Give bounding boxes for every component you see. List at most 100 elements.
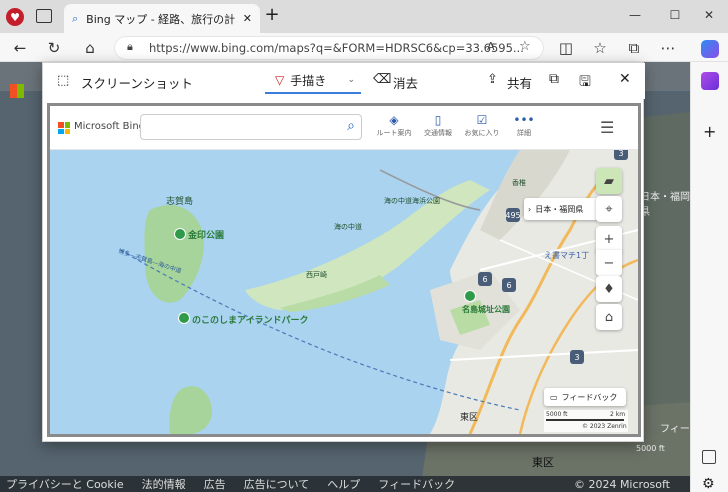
umi-nakamichi-label: 海の中道 [334,223,362,231]
new-tab-button[interactable]: + [262,6,282,26]
feedback-button[interactable]: ▭ フィードバック [544,388,626,406]
sidebar-toggle-icon[interactable] [702,450,716,464]
close-window-button[interactable]: ✕ [694,4,724,26]
copilot-icon[interactable] [701,40,719,58]
map-scale: 5000 ft 2 km © 2023 Zenrin [544,410,628,432]
castle-park-poi-icon[interactable] [464,290,476,302]
bing-search-input[interactable]: ⌕ [140,114,362,140]
kashii-label: 香椎 [512,179,526,187]
directions-icon: ◈ [389,113,399,127]
draw-button[interactable]: ▽ 手描き ⌄ [265,68,361,94]
map-style-button[interactable]: ▰ [596,168,622,194]
copy-icon[interactable]: ⧉ [549,71,559,87]
edge-sidebar: + ⚙ [690,40,728,492]
add-icon[interactable]: + [703,122,716,141]
screenshot-canvas[interactable]: Microsoft Bing ⌕ ◈ ルート案内 ▯ 交通情報 ☑ お気に入り •••… [47,103,641,437]
region-label: 日本・福岡県 [535,204,584,214]
feedback-label: フィードバック [561,392,618,402]
hamburger-menu-icon[interactable]: ☰ [600,118,614,137]
scale-bar [546,419,624,421]
minimize-button[interactable]: — [620,4,650,26]
save-icon[interactable]: 🖫︎ [579,71,591,95]
settings-icon[interactable]: ⚙ [702,476,715,492]
higashi-ku-label: 東区 [460,413,479,423]
close-dialog-icon[interactable]: ✕ [619,71,631,87]
bing-header: Microsoft Bing ⌕ ◈ ルート案内 ▯ 交通情報 ☑ お気に入り •••… [50,106,638,150]
search-icon[interactable]: ⌕ [347,118,355,134]
bookmark-icon: ☑ [476,113,488,127]
page-footer: プライバシーと Cookie 法的情報 広告 広告について ヘルプ フィードバッ… [0,476,690,492]
favorites-button[interactable]: ☑ お気に入り [460,114,504,146]
route-shield-icon: 6 [478,272,492,286]
close-tab-icon[interactable]: ✕ [243,12,252,25]
sidebar-app-icon[interactable] [701,72,719,90]
refresh-icon[interactable]: ↻ [42,36,66,60]
share-icon[interactable]: ⇪ [487,72,498,87]
traffic-button[interactable]: ▯ 交通情報 [416,114,460,146]
profile-icon[interactable]: ♥ [6,8,24,26]
bing-map[interactable]: 志賀島 金印公園 のこのしまアイランドパーク 西戸崎 海の中道 海の中道海浜公園… [50,150,638,434]
search-icon: ⌕ [72,11,79,25]
traffic-icon: ▯ [434,113,442,127]
navigation-bar: ← ↻ ⌂ 🔒︎ https://www.bing.com/maps?q=&FO… [0,33,728,62]
island-park-poi-icon[interactable] [178,312,190,324]
bing-logo-text: Microsoft Bing [74,121,146,132]
more-button[interactable]: ••• 詳細 [502,114,546,146]
zoom-in-button[interactable]: + [596,226,622,252]
more-icon[interactable]: ⋯ [656,36,680,60]
split-screen-icon[interactable]: ◫ [554,36,578,60]
route-shield-icon: 6 [502,278,516,292]
compass-icon[interactable]: ♦ [596,276,622,302]
favorites-icon[interactable]: ☆ [588,36,612,60]
region-selector[interactable]: › 日本・福岡県 [524,198,598,220]
shikanoshima-label: 志賀島 [166,197,194,207]
favorites-label: お気に入り [464,129,500,137]
scale-km-label: 2 km [610,411,626,418]
footer-link-legal[interactable]: 法的情報 [142,476,186,492]
tab-title: Bing マップ - 経路、旅行の計画、交 [86,12,235,26]
microsoft-logo-icon [58,122,70,134]
eraser-icon[interactable]: ⌫ [373,72,391,87]
bg-logo [10,84,24,98]
footer-link-help[interactable]: ヘルプ [327,476,360,492]
footer-link-about-ads[interactable]: 広告について [244,476,310,492]
erase-label[interactable]: 消去 [393,73,418,92]
park-poi-icon[interactable] [174,228,186,240]
footer-link-privacy[interactable]: プライバシーと Cookie [6,476,124,492]
kinin-park-label[interactable]: 金印公園 [188,228,224,241]
footer-link-feedback[interactable]: フィードバック [378,476,455,492]
share-label[interactable]: 共有 [507,73,532,92]
read-aloud-icon[interactable]: A [487,40,495,53]
collections-icon[interactable]: ⧉ [622,36,646,60]
tab-actions-icon[interactable] [36,9,52,23]
bg-scale-label: 5000 ft [636,444,665,453]
route-shield-icon: 495 [505,208,521,222]
chevron-down-icon[interactable]: ⌄ [347,75,355,85]
directions-button[interactable]: ◈ ルート案内 [372,114,416,146]
directions-label: ルート案内 [376,129,412,137]
footer-link-ads[interactable]: 広告 [204,476,226,492]
scale-ft-label: 5000 ft [546,411,568,418]
zoom-out-button[interactable]: − [596,250,622,276]
saitozaki-label: 西戸崎 [306,271,327,279]
lock-icon: 🔒︎ [127,40,133,53]
back-icon[interactable]: ← [8,36,32,60]
route-shield-icon: 3 [614,150,628,160]
more-label: 詳細 [517,129,531,137]
locate-me-icon[interactable]: ⌖ [596,196,622,222]
traffic-label: 交通情報 [424,129,452,137]
castle-park-label[interactable]: 名島城址公園 [462,304,510,315]
address-bar[interactable]: 🔒︎ https://www.bing.com/maps?q=&FORM=HDR… [114,36,544,60]
home-icon[interactable]: ⌂ [78,36,102,60]
nokonoshima-label[interactable]: のこのしまアイランドパーク [192,313,309,326]
more-dots-icon: ••• [513,113,535,127]
maximize-button[interactable]: ☐ [660,4,690,26]
active-tab[interactable]: ⌕ Bing マップ - 経路、旅行の計画、交 ✕ [64,4,260,33]
dialog-toolbar: ⬚ スクリーンショット ▽ 手描き ⌄ ⌫ 消去 ⇪ 共有 ⧉ 🖫︎ ✕ [43,63,645,99]
bg-feedback-label: フィー [660,424,690,435]
minatomachi-label[interactable]: え書マチ1丁 [544,250,589,261]
feedback-icon: ▭ [550,392,558,402]
streetside-icon[interactable]: ⌂ [596,304,622,330]
draw-label: 手描き [290,73,327,88]
favorite-star-icon[interactable]: ☆ [519,39,531,54]
